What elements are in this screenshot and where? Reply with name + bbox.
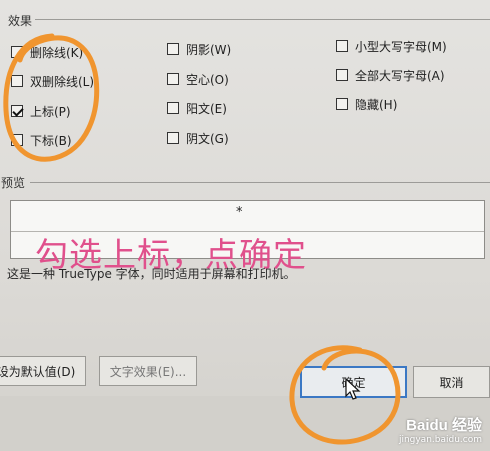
shadow-label[interactable]: 阴影(W) (186, 41, 231, 58)
engrave-checkbox[interactable] (167, 132, 179, 144)
highlight-circle-checkboxes (3, 33, 100, 162)
outline-label[interactable]: 空心(O) (186, 71, 229, 88)
hidden-label[interactable]: 隐藏(H) (355, 96, 397, 113)
baidu-logo-text: Baidu 经验 (406, 417, 482, 434)
effects-group-divider (35, 19, 490, 20)
preview-sample-text: * (236, 205, 243, 220)
hidden-checkbox[interactable] (336, 98, 348, 110)
all-caps-label[interactable]: 全部大写字母(A) (355, 67, 445, 84)
set-default-button[interactable]: 设为默认值(D) (0, 356, 86, 386)
emboss-label[interactable]: 阳文(E) (186, 100, 227, 117)
effects-group-label: 效果 (8, 14, 33, 28)
preview-group-label: 预览 (1, 176, 26, 190)
shadow-checkbox[interactable] (167, 43, 179, 55)
font-description: 这是一种 TrueType 字体，同时适用于屏幕和打印机。 (7, 267, 296, 281)
baidu-watermark: Baidu 经验 jingyan.baidu.com (399, 414, 482, 445)
preview-group-divider (30, 182, 490, 183)
cancel-button[interactable]: 取消 (413, 366, 490, 398)
engrave-label[interactable]: 阴文(G) (186, 130, 229, 147)
text-effects-button[interactable]: 文字效果(E)... (99, 356, 197, 386)
baidu-url-text: jingyan.baidu.com (398, 435, 482, 445)
outline-checkbox[interactable] (167, 73, 179, 85)
small-caps-label[interactable]: 小型大写字母(M) (355, 38, 447, 55)
small-caps-checkbox[interactable] (336, 40, 348, 52)
emboss-checkbox[interactable] (167, 102, 179, 114)
highlight-circle-ok-button (289, 345, 401, 445)
all-caps-checkbox[interactable] (336, 69, 348, 81)
